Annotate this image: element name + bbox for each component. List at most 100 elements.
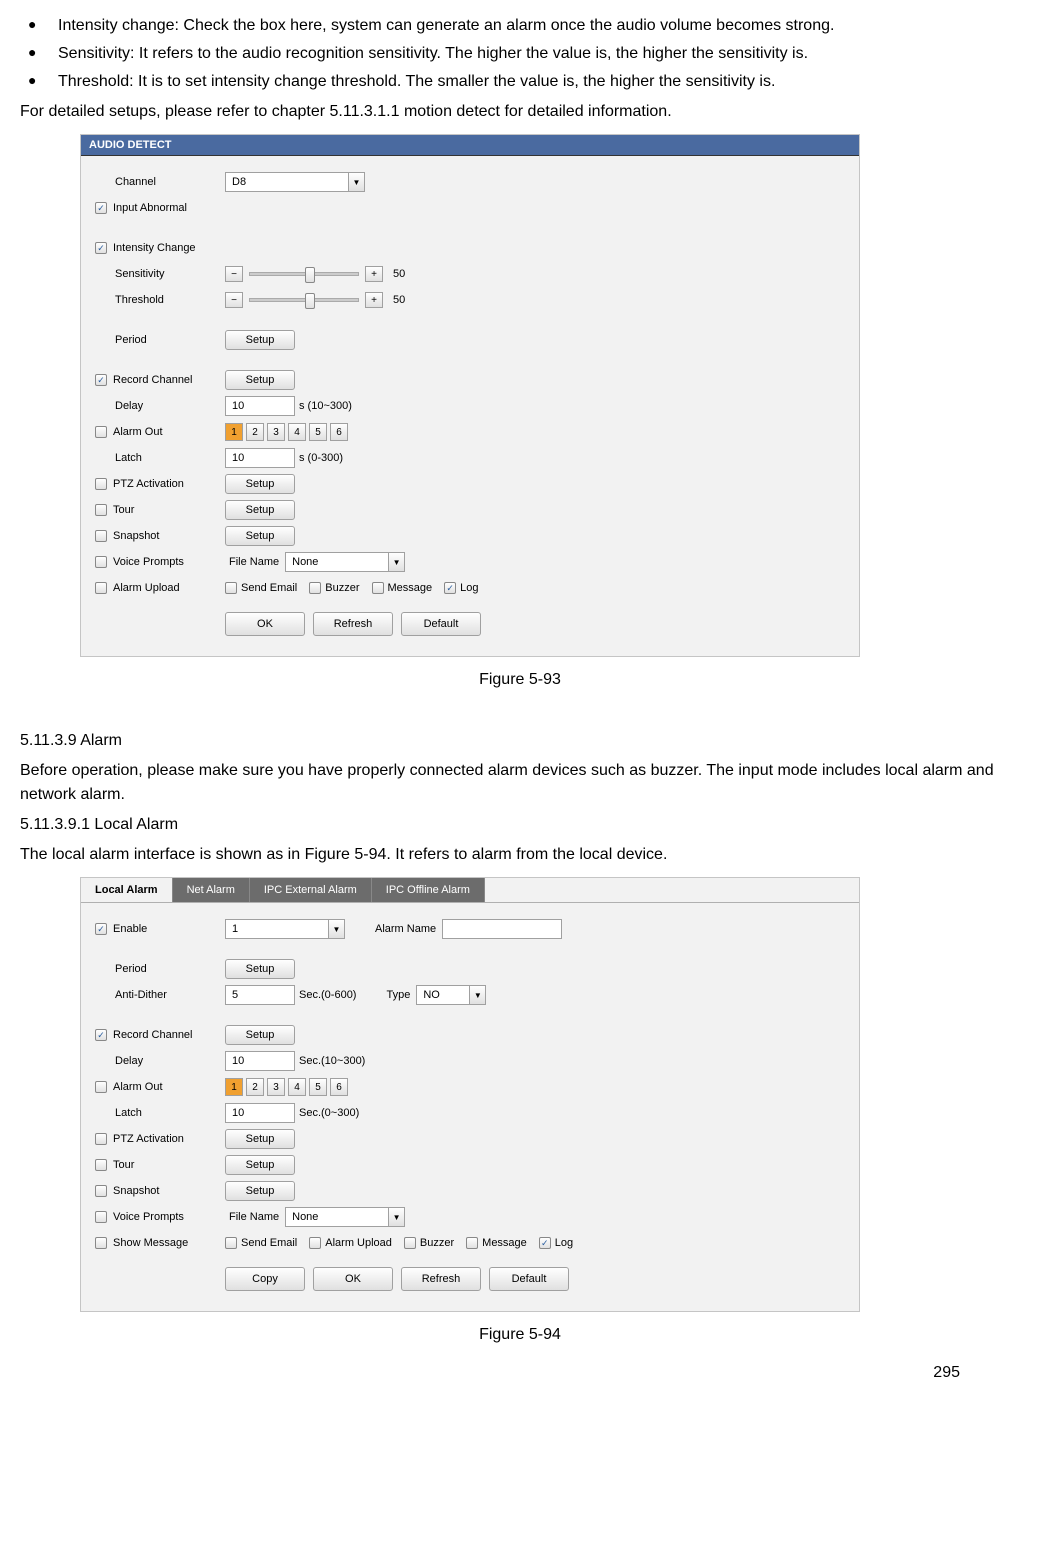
slider-track[interactable] <box>249 298 359 302</box>
alarm-out-2[interactable]: 2 <box>246 423 264 441</box>
file-name-value: None <box>292 556 318 568</box>
snapshot-setup-button[interactable]: Setup <box>225 1181 295 1201</box>
latch-input[interactable]: 10 <box>225 448 295 468</box>
record-channel-toggle[interactable]: Record Channel <box>95 374 225 386</box>
voice-label: Voice Prompts <box>113 556 184 568</box>
slider-track[interactable] <box>249 272 359 276</box>
record-setup-button[interactable]: Setup <box>225 370 295 390</box>
checkbox-icon <box>95 1185 107 1197</box>
log-toggle[interactable]: Log <box>539 1237 573 1249</box>
minus-icon[interactable]: − <box>225 292 243 308</box>
snapshot-toggle[interactable]: Snapshot <box>95 530 225 542</box>
period-setup-button[interactable]: Setup <box>225 330 295 350</box>
alarm-out-6[interactable]: 6 <box>330 423 348 441</box>
tab-ipc-external[interactable]: IPC External Alarm <box>250 878 372 902</box>
buzzer-toggle[interactable]: Buzzer <box>309 582 359 594</box>
ok-button[interactable]: OK <box>313 1267 393 1291</box>
period-label: Period <box>95 334 225 346</box>
sensitivity-slider[interactable]: − + 50 <box>225 266 405 282</box>
paragraph: For detailed setups, please refer to cha… <box>20 100 1020 124</box>
anti-dither-input[interactable]: 5 <box>225 985 295 1005</box>
checkbox-icon <box>404 1237 416 1249</box>
alarm-out-5[interactable]: 5 <box>309 1078 327 1096</box>
intensity-change-toggle[interactable]: Intensity Change <box>95 242 225 254</box>
alarm-out-6[interactable]: 6 <box>330 1078 348 1096</box>
checkbox-icon <box>95 582 107 594</box>
ok-button[interactable]: OK <box>225 612 305 636</box>
input-abnormal-toggle[interactable]: Input Abnormal <box>95 202 225 214</box>
record-channel-toggle[interactable]: Record Channel <box>95 1029 225 1041</box>
voice-toggle[interactable]: Voice Prompts <box>95 556 225 568</box>
anti-dither-label: Anti-Dither <box>95 989 225 1001</box>
audio-detect-panel: AUDIO DETECT Channel D8 ▼ Input Abnormal <box>80 134 860 657</box>
snapshot-setup-button[interactable]: Setup <box>225 526 295 546</box>
ptz-setup-button[interactable]: Setup <box>225 474 295 494</box>
enable-toggle[interactable]: Enable <box>95 923 225 935</box>
bullet-icon: ● <box>20 70 48 94</box>
default-button[interactable]: Default <box>489 1267 569 1291</box>
default-button[interactable]: Default <box>401 612 481 636</box>
alarm-upload-toggle[interactable]: Alarm Upload <box>309 1237 392 1249</box>
tab-local-alarm[interactable]: Local Alarm <box>81 878 173 902</box>
refresh-button[interactable]: Refresh <box>313 612 393 636</box>
alarm-out-toggle[interactable]: Alarm Out <box>95 426 225 438</box>
minus-icon[interactable]: − <box>225 266 243 282</box>
plus-icon[interactable]: + <box>365 292 383 308</box>
tour-toggle[interactable]: Tour <box>95 504 225 516</box>
ptz-toggle[interactable]: PTZ Activation <box>95 1133 225 1145</box>
alarm-out-1[interactable]: 1 <box>225 423 243 441</box>
delay-suffix: Sec.(10~300) <box>299 1055 365 1067</box>
tour-setup-button[interactable]: Setup <box>225 1155 295 1175</box>
period-setup-button[interactable]: Setup <box>225 959 295 979</box>
alarm-name-input[interactable] <box>442 919 562 939</box>
refresh-button[interactable]: Refresh <box>401 1267 481 1291</box>
file-name-select[interactable]: None ▼ <box>285 552 405 572</box>
figure-caption: Figure 5-93 <box>20 671 1020 689</box>
enable-select[interactable]: 1 ▼ <box>225 919 345 939</box>
send-email-toggle[interactable]: Send Email <box>225 1237 297 1249</box>
delay-label: Delay <box>95 1055 225 1067</box>
delay-input[interactable]: 10 <box>225 1051 295 1071</box>
alarm-upload-toggle[interactable]: Alarm Upload <box>95 582 225 594</box>
anti-dither-suffix: Sec.(0-600) <box>299 989 356 1001</box>
slider-thumb[interactable] <box>305 267 315 283</box>
channel-select[interactable]: D8 ▼ <box>225 172 365 192</box>
message-toggle[interactable]: Message <box>466 1237 527 1249</box>
file-name-value: None <box>292 1211 318 1223</box>
type-select[interactable]: NO ▼ <box>416 985 486 1005</box>
delay-input[interactable]: 10 <box>225 396 295 416</box>
checkbox-icon <box>95 478 107 490</box>
latch-input[interactable]: 10 <box>225 1103 295 1123</box>
alarm-out-toggle[interactable]: Alarm Out <box>95 1081 225 1093</box>
latch-label: Latch <box>95 1107 225 1119</box>
alarm-out-1[interactable]: 1 <box>225 1078 243 1096</box>
ptz-setup-button[interactable]: Setup <box>225 1129 295 1149</box>
checkbox-icon <box>444 582 456 594</box>
ptz-toggle[interactable]: PTZ Activation <box>95 478 225 490</box>
tour-setup-button[interactable]: Setup <box>225 500 295 520</box>
send-email-toggle[interactable]: Send Email <box>225 582 297 594</box>
log-toggle[interactable]: Log <box>444 582 478 594</box>
record-setup-button[interactable]: Setup <box>225 1025 295 1045</box>
buzzer-toggle[interactable]: Buzzer <box>404 1237 454 1249</box>
bullet-text: Sensitivity: It refers to the audio reco… <box>48 42 1020 66</box>
file-name-select[interactable]: None ▼ <box>285 1207 405 1227</box>
slider-thumb[interactable] <box>305 293 315 309</box>
voice-toggle[interactable]: Voice Prompts <box>95 1211 225 1223</box>
tour-toggle[interactable]: Tour <box>95 1159 225 1171</box>
alarm-out-3[interactable]: 3 <box>267 423 285 441</box>
message-toggle[interactable]: Message <box>372 582 433 594</box>
alarm-out-2[interactable]: 2 <box>246 1078 264 1096</box>
plus-icon[interactable]: + <box>365 266 383 282</box>
tab-net-alarm[interactable]: Net Alarm <box>173 878 250 902</box>
snapshot-toggle[interactable]: Snapshot <box>95 1185 225 1197</box>
copy-button[interactable]: Copy <box>225 1267 305 1291</box>
threshold-slider[interactable]: − + 50 <box>225 292 405 308</box>
alarm-out-4[interactable]: 4 <box>288 423 306 441</box>
alarm-out-3[interactable]: 3 <box>267 1078 285 1096</box>
tab-ipc-offline[interactable]: IPC Offline Alarm <box>372 878 485 902</box>
bullet-icon: ● <box>20 42 48 66</box>
show-message-toggle[interactable]: Show Message <box>95 1237 225 1249</box>
alarm-out-4[interactable]: 4 <box>288 1078 306 1096</box>
alarm-out-5[interactable]: 5 <box>309 423 327 441</box>
